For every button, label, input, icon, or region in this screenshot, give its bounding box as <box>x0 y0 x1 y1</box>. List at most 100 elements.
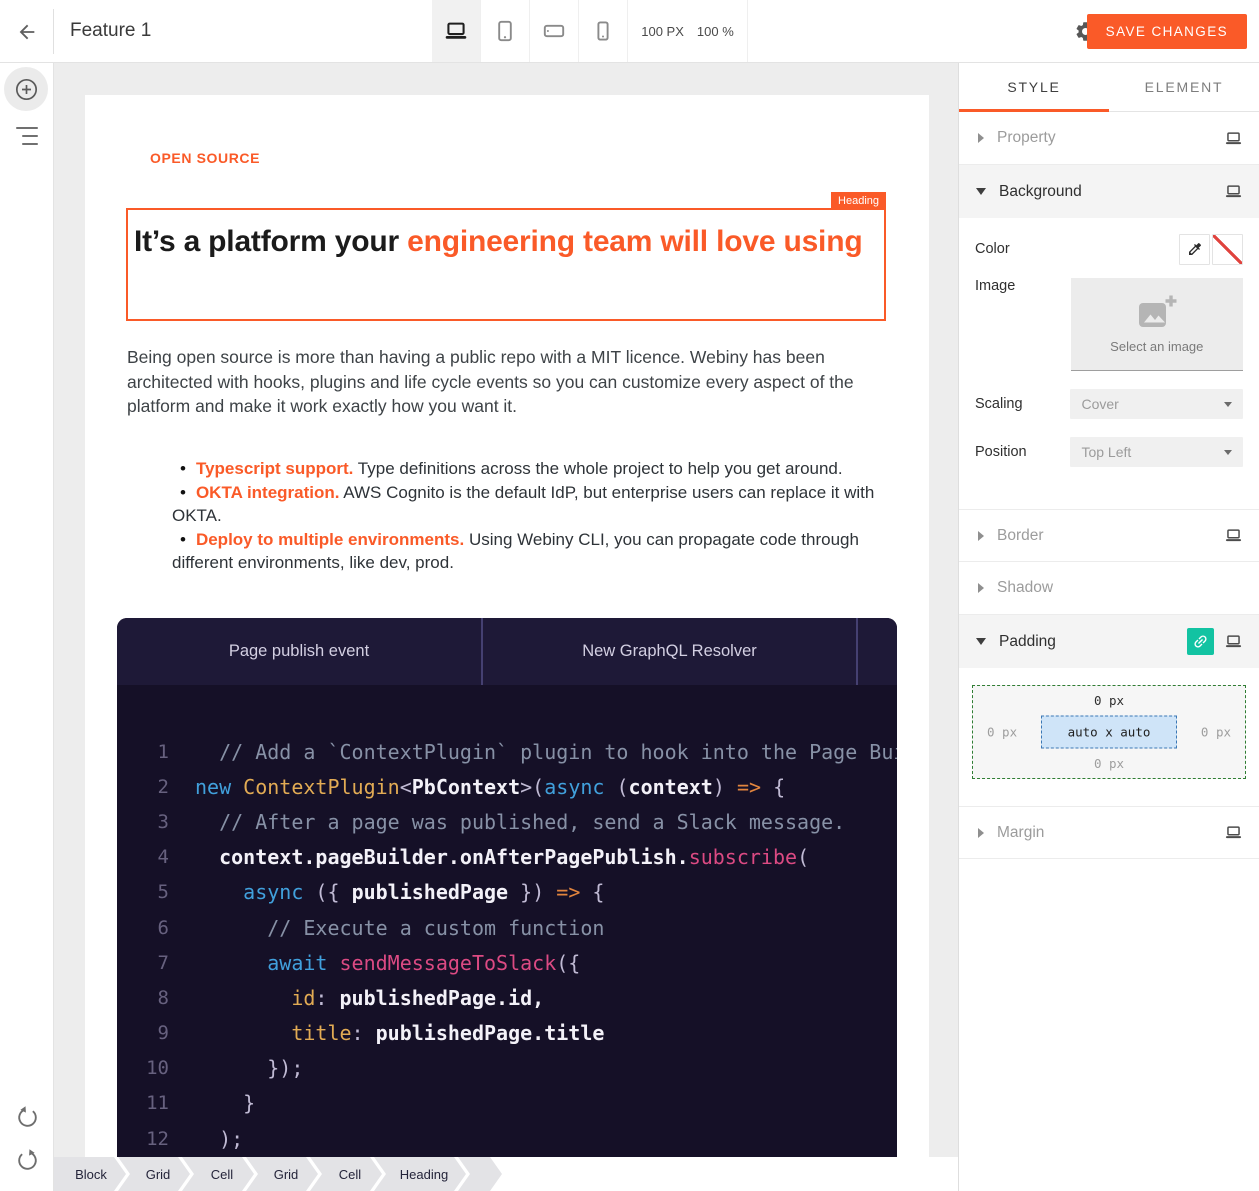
back-button[interactable] <box>0 0 53 63</box>
link-values-toggle[interactable] <box>1187 628 1214 655</box>
padding-box-widget: 0 px 0 px 0 px 0 px auto x auto <box>972 685 1246 779</box>
tab-element[interactable]: ELEMENT <box>1109 63 1259 111</box>
position-label: Position <box>975 444 1070 460</box>
list-item[interactable]: •Deploy to multiple environments. Using … <box>172 528 878 575</box>
heading-text-dark: It’s a platform your <box>134 225 407 258</box>
section-margin[interactable]: Margin <box>959 806 1259 859</box>
select-image-button[interactable]: Select an image <box>1071 278 1243 371</box>
transparent-swatch-button[interactable] <box>1212 234 1243 265</box>
scaling-value: Cover <box>1081 396 1118 412</box>
padding-bottom-value[interactable]: 0 px <box>973 756 1245 771</box>
section-label: Border <box>997 527 1224 545</box>
save-changes-button[interactable]: SAVE CHANGES <box>1087 14 1247 49</box>
dropdown-arrow-icon <box>1224 402 1232 407</box>
breadcrumb-item-block[interactable]: Block <box>54 1157 126 1191</box>
chevron-down-icon <box>976 638 986 645</box>
code-line: 7 await sendMessageToSlack({ <box>117 945 897 980</box>
section-shadow[interactable]: Shadow <box>959 562 1259 615</box>
section-background[interactable]: Background <box>959 165 1259 218</box>
line-code: new ContextPlugin<PbContext>(async (cont… <box>169 775 785 799</box>
image-label: Image <box>975 278 1071 371</box>
bullet-icon: • <box>180 459 186 478</box>
breadcrumb-item-cell[interactable]: Cell <box>182 1157 254 1191</box>
list-item[interactable]: •Typescript support. Type definitions ac… <box>172 457 878 481</box>
redo-button[interactable] <box>12 1145 42 1175</box>
bullet-lead: Deploy to multiple environments. <box>196 530 464 549</box>
undo-button[interactable] <box>12 1102 42 1132</box>
viewport-width-value: 100 PX <box>641 24 684 39</box>
line-number: 7 <box>117 952 169 974</box>
position-dropdown[interactable]: Top Left <box>1070 437 1243 467</box>
line-number: 10 <box>117 1057 169 1079</box>
code-line: 10 }); <box>117 1051 897 1086</box>
device-preview-group <box>432 0 628 62</box>
list-item[interactable]: •OKTA integration. AWS Cognito is the de… <box>172 481 878 528</box>
code-tabs: Page publish eventNew GraphQL Resolver <box>117 618 897 685</box>
page-heading[interactable]: It’s a platform your engineering team wi… <box>128 210 884 267</box>
panel-tabs: STYLE ELEMENT <box>959 63 1259 112</box>
code-line: 6 // Execute a custom function <box>117 910 897 945</box>
line-code: ); <box>169 1127 243 1151</box>
line-code: } <box>169 1091 255 1115</box>
phone-icon <box>591 19 615 43</box>
undo-icon <box>15 1105 40 1130</box>
line-number: 8 <box>117 987 169 1009</box>
line-number: 4 <box>117 846 169 868</box>
phone-landscape-icon <box>542 19 566 43</box>
device-mobile-button[interactable] <box>579 0 628 62</box>
section-label: Padding <box>999 633 1187 651</box>
laptop-icon[interactable] <box>1224 823 1243 842</box>
scaling-dropdown[interactable]: Cover <box>1070 389 1243 419</box>
device-desktop-button[interactable] <box>432 0 481 62</box>
background-settings: Color Image Select an image Scaling <box>959 218 1259 509</box>
section-property[interactable]: Property <box>959 112 1259 165</box>
laptop-icon[interactable] <box>1224 526 1243 545</box>
section-border[interactable]: Border <box>959 509 1259 562</box>
breadcrumb-item-cell[interactable]: Cell <box>310 1157 382 1191</box>
breadcrumb-item-grid[interactable]: Grid <box>246 1157 318 1191</box>
padding-left-value[interactable]: 0 px <box>987 725 1017 740</box>
padding-settings: 0 px 0 px 0 px 0 px auto x auto <box>959 668 1259 806</box>
selected-heading-element[interactable]: Heading It’s a platform your engineering… <box>126 208 886 321</box>
code-screenshot-block[interactable]: Page publish eventNew GraphQL Resolver 1… <box>117 618 897 1191</box>
padding-right-value[interactable]: 0 px <box>1201 725 1231 740</box>
add-element-button[interactable] <box>4 67 48 111</box>
color-label: Color <box>975 241 1072 257</box>
kicker-text[interactable]: OPEN SOURCE <box>150 150 260 166</box>
back-arrow-icon <box>16 21 38 43</box>
feature-list: •Typescript support. Type definitions ac… <box>172 457 878 575</box>
code-line: 12 ); <box>117 1121 897 1156</box>
code-line: 11 } <box>117 1086 897 1121</box>
bullet-lead: OKTA integration. <box>196 483 340 502</box>
chevron-right-icon <box>978 531 984 541</box>
laptop-icon[interactable] <box>1224 182 1243 201</box>
padding-top-value[interactable]: 0 px <box>973 693 1245 708</box>
element-size-value[interactable]: auto x auto <box>1041 716 1177 749</box>
editor-canvas: OPEN SOURCE Heading It’s a platform your… <box>54 63 958 1191</box>
breadcrumb-item-heading[interactable]: Heading <box>374 1157 466 1191</box>
line-code: context.pageBuilder.onAfterPagePublish.s… <box>169 845 809 869</box>
chevron-right-icon <box>978 133 984 143</box>
tab-style[interactable]: STYLE <box>959 63 1109 111</box>
chevron-right-icon <box>978 828 984 838</box>
device-tablet-landscape-button[interactable] <box>530 0 579 62</box>
color-picker-button[interactable] <box>1179 234 1210 265</box>
code-line: 3 // After a page was published, send a … <box>117 804 897 839</box>
line-code: id: publishedPage.id, <box>169 986 544 1010</box>
section-label: Property <box>997 129 1224 147</box>
section-padding[interactable]: Padding <box>959 615 1259 668</box>
line-code: // Add a `ContextPlugin` plugin to hook … <box>169 740 897 764</box>
device-tablet-button[interactable] <box>481 0 530 62</box>
divider <box>53 9 54 54</box>
link-icon <box>1188 629 1212 653</box>
laptop-icon[interactable] <box>1224 632 1243 651</box>
laptop-icon[interactable] <box>1224 129 1243 148</box>
element-navigator-button[interactable] <box>16 127 38 145</box>
intro-paragraph[interactable]: Being open source is more than having a … <box>127 345 893 419</box>
viewport-info: 100 PX 100 % <box>628 0 748 62</box>
breadcrumb-item-grid[interactable]: Grid <box>118 1157 190 1191</box>
line-code: await sendMessageToSlack({ <box>169 951 580 975</box>
heading-text-accent: engineering team will love using <box>407 225 862 258</box>
element-breadcrumb: BlockGridCellGridCellHeading <box>54 1157 959 1191</box>
bullet-text: Type definitions across the whole projec… <box>353 459 842 478</box>
